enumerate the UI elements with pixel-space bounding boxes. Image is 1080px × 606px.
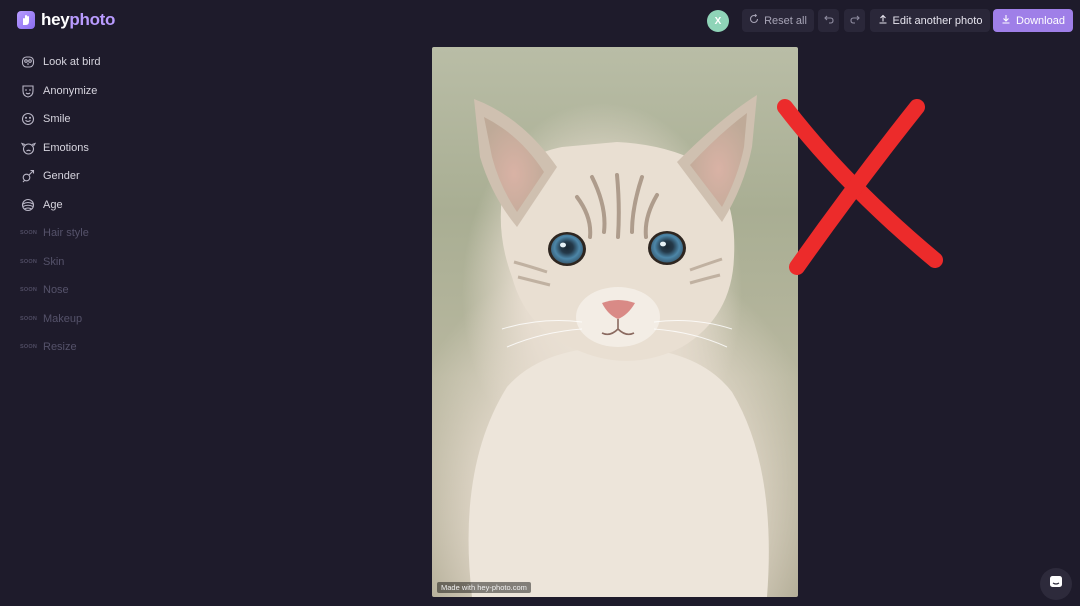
download-button[interactable]: Download [993,9,1073,32]
sidebar-item-label: Anonymize [43,84,98,97]
sidebar-item-age[interactable]: Age [0,191,150,220]
smile-icon [20,111,36,127]
sidebar: Look at bird Anonymize Smile Emotions Ge… [0,48,150,362]
sidebar-item-look-at-bird[interactable]: Look at bird [0,48,150,77]
download-label: Download [1016,14,1065,27]
upload-icon [878,14,888,27]
undo-button[interactable] [818,9,839,32]
sidebar-item-label: Nose [43,284,69,297]
download-icon [1001,14,1011,27]
logo-text-hey: hey [41,10,70,29]
gender-icon [20,168,36,184]
edit-another-photo-button[interactable]: Edit another photo [870,9,990,32]
sidebar-item-label: Smile [43,113,71,126]
emotions-icon [20,140,36,156]
photo-canvas[interactable]: Made with hey-photo.com [432,47,798,597]
sidebar-item-gender[interactable]: Gender [0,162,150,191]
chat-icon [1048,574,1064,595]
photo-watermark: Made with hey-photo.com [437,582,531,593]
logo[interactable]: heyphoto [17,10,115,30]
sidebar-item-nose: SOON Nose [0,276,150,305]
undo-icon [823,14,834,27]
user-avatar[interactable]: X [707,10,729,32]
reset-icon [749,13,759,27]
soon-badge: SOON [20,287,37,294]
soon-badge: SOON [20,230,37,237]
chat-support-button[interactable] [1040,568,1072,600]
redo-button[interactable] [844,9,865,32]
sidebar-item-skin: SOON Skin [0,248,150,277]
sidebar-item-label: Age [43,198,63,211]
mask-icon [20,83,36,99]
logo-hand-icon [17,11,35,29]
sidebar-item-anonymize[interactable]: Anonymize [0,77,150,106]
sidebar-item-emotions[interactable]: Emotions [0,134,150,163]
sidebar-item-label: Hair style [43,227,89,240]
app-root: heyphoto Look at bird Anonymize Smile Em… [0,0,1080,606]
cat-photo-image [468,95,769,597]
sidebar-item-smile[interactable]: Smile [0,105,150,134]
sidebar-item-label: Makeup [43,312,83,325]
soon-badge: SOON [20,258,37,265]
sidebar-item-label: Gender [43,170,80,183]
sidebar-item-label: Look at bird [43,56,101,69]
sidebar-item-label: Skin [43,255,65,268]
sidebar-item-label: Resize [43,341,77,354]
redo-icon [849,14,860,27]
sidebar-item-resize: SOON Resize [0,333,150,362]
sidebar-item-label: Emotions [43,141,89,154]
logo-text: heyphoto [41,10,115,30]
edit-another-photo-label: Edit another photo [892,14,983,27]
age-icon [20,197,36,213]
soon-badge: SOON [20,315,37,322]
red-x-mark-icon [777,99,943,275]
reset-all-button[interactable]: Reset all [742,9,814,32]
sidebar-item-makeup: SOON Makeup [0,305,150,334]
logo-text-photo: photo [69,10,116,29]
sidebar-item-hair-style: SOON Hair style [0,219,150,248]
soon-badge: SOON [20,344,37,351]
bird-look-icon [20,54,36,70]
reset-all-label: Reset all [764,14,807,27]
